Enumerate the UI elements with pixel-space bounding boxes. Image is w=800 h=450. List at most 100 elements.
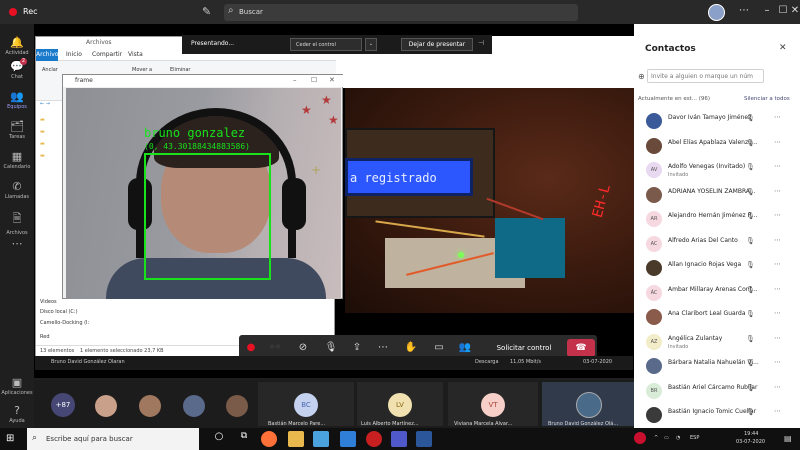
close-icon[interactable]: ✕: [779, 43, 787, 53]
task-view-icon[interactable]: ⧉: [236, 431, 252, 447]
participants-overflow[interactable]: +87: [51, 393, 75, 417]
minimize-icon[interactable]: –: [293, 76, 297, 84]
hang-up-icon[interactable]: ☎: [567, 339, 595, 357]
delete-button[interactable]: Eliminar: [170, 67, 191, 73]
cortana-icon[interactable]: ○: [211, 431, 227, 447]
invite-input[interactable]: Invite a alguien o marque un núm: [647, 69, 764, 83]
contact-item[interactable]: Ana Claribort Leal Guarda 🎙 ⋯: [634, 307, 800, 330]
contact-item[interactable]: ÁC Ámbar Millaray Arenas Cont... 🎙 ⋯: [634, 283, 800, 306]
tray-app-icon[interactable]: [634, 432, 646, 444]
contact-item[interactable]: Bárbara Natalia Nahuelán Vi... 🎙 ⋯: [634, 356, 800, 379]
rail-item-help[interactable]: ? Ayuda: [0, 404, 34, 424]
tray-battery-icon[interactable]: ▭: [664, 435, 669, 441]
more-options-icon[interactable]: ⋯: [774, 187, 781, 195]
stop-presenting-button[interactable]: Dejar de presentar: [401, 38, 473, 51]
maximize-icon[interactable]: ☐: [311, 76, 317, 84]
nav-back-icon[interactable]: ← →: [40, 101, 50, 107]
tray-network-icon[interactable]: ◔: [676, 435, 680, 441]
contact-item[interactable]: BR Bastián Ariel Cárcamo Rubilar 🎙 ⋯: [634, 381, 800, 404]
teams-titlebar: Rec ✎ ⌕ Buscar ⋯ – ☐ ✕: [0, 0, 800, 24]
new-chat-icon[interactable]: ✎: [202, 5, 216, 19]
close-icon[interactable]: ✕: [329, 76, 335, 84]
tray-date[interactable]: 03-07-2020: [736, 439, 765, 445]
folder-icon: ▬: [40, 117, 45, 123]
notifications-icon[interactable]: ▤: [784, 434, 792, 443]
tray-time[interactable]: 19:44: [744, 431, 758, 437]
chevron-down-icon[interactable]: ⌄: [365, 38, 377, 51]
tree-item-network[interactable]: Red: [40, 334, 50, 340]
file-explorer-icon[interactable]: [288, 431, 304, 447]
profile-avatar[interactable]: [708, 4, 725, 21]
rail-item-calendar[interactable]: ▦ Calendario: [0, 150, 34, 170]
pin-icon[interactable]: ⊣: [478, 39, 484, 47]
mute-all-link[interactable]: Silenciar a todos: [744, 96, 790, 102]
rail-item-calls[interactable]: ✆ Llamadas: [0, 180, 34, 200]
more-options-icon[interactable]: ⋯: [774, 358, 781, 366]
search-input[interactable]: ⌕ Buscar: [224, 4, 578, 21]
contact-item[interactable]: Abel Elías Apablaza Valenzu... 🎙 ⋯: [634, 136, 800, 159]
more-options-icon[interactable]: ⋯: [737, 5, 751, 19]
close-icon[interactable]: ✕: [790, 5, 800, 19]
participant-avatar[interactable]: [226, 395, 248, 417]
rail-more-icon[interactable]: ⋯: [0, 237, 34, 250]
firefox-icon[interactable]: [261, 431, 277, 447]
participant-avatar[interactable]: [183, 395, 205, 417]
rail-item-tasks[interactable]: 🗂 Tareas: [0, 120, 34, 140]
maximize-icon[interactable]: ☐: [776, 5, 790, 19]
tab-home[interactable]: Inicio: [66, 51, 82, 58]
rail-item-files[interactable]: 🗎 Archivos: [0, 210, 34, 236]
store-icon[interactable]: [313, 431, 329, 447]
more-options-icon[interactable]: ⋯: [774, 407, 781, 415]
presenting-label: Presentando...: [191, 40, 235, 47]
lcd-text: a registrado: [350, 171, 437, 185]
give-control-dropdown[interactable]: Ceder el control: [290, 38, 362, 51]
download-speed: 11,05 Mbit/s: [510, 359, 542, 365]
minimize-icon[interactable]: –: [760, 5, 774, 19]
more-options-icon[interactable]: ⋯: [774, 211, 781, 219]
pin-button[interactable]: Anclar: [42, 67, 58, 73]
contact-item[interactable]: ADRIANA YOSELIN ZAMBRA... 🎙 ⋯: [634, 185, 800, 208]
tree-item-videos[interactable]: Videos: [40, 299, 57, 305]
in-meeting-section-toggle[interactable]: Actualmente en est... (96): [638, 96, 710, 102]
contact-item[interactable]: Davor Iván Tamayo Jiménez 🎙 ⋯: [634, 111, 800, 134]
participant-avatar[interactable]: [95, 395, 117, 417]
more-options-icon[interactable]: ⋯: [774, 113, 781, 121]
seven-segment-display: EH-L: [589, 182, 614, 220]
tree-item-local-disk[interactable]: Disco local (C:): [40, 309, 78, 315]
more-options-icon[interactable]: ⋯: [774, 236, 781, 244]
participant-avatar[interactable]: [139, 395, 161, 417]
more-options-icon[interactable]: ⋯: [774, 309, 781, 317]
more-options-icon[interactable]: ⋯: [774, 334, 781, 342]
contact-item[interactable]: AV Adolfo Venegas (Invitado) Invitado 🎙 ⋯: [634, 160, 800, 183]
contact-item[interactable]: AC Alfredo Arias Del Canto 🎙 ⋯: [634, 234, 800, 257]
more-options-icon[interactable]: ⋯: [774, 162, 781, 170]
more-options-icon[interactable]: ⋯: [774, 285, 781, 293]
star-decoration-icon: ★: [321, 93, 332, 107]
windows-start-icon[interactable]: ⊞: [6, 433, 14, 444]
mail-icon[interactable]: [340, 431, 356, 447]
mic-muted-icon: 🎙: [746, 408, 755, 416]
rail-item-teams[interactable]: 👥 Equipos: [0, 90, 34, 110]
tab-view[interactable]: Vista: [128, 51, 143, 58]
more-options-icon[interactable]: ⋯: [774, 383, 781, 391]
rail-item-apps[interactable]: ▣ Aplicaciones: [0, 376, 34, 396]
more-options-icon[interactable]: ⋯: [774, 260, 781, 268]
contact-item[interactable]: AZ Angélica Zulantay Invitado 🎙 ⋯: [634, 332, 800, 355]
taskbar-search-input[interactable]: ⌕ Escribe aquí para buscar: [27, 428, 199, 450]
tab-share[interactable]: Compartir: [92, 51, 122, 58]
search-icon: ⌕: [228, 5, 234, 16]
tray-chevron-icon[interactable]: ^: [654, 435, 658, 441]
tab-file[interactable]: Archivo: [36, 49, 58, 61]
move-to-button[interactable]: Mover a: [132, 67, 152, 73]
teams-taskbar-icon[interactable]: [391, 431, 407, 447]
rail-item-activity[interactable]: 🔔 Actividad: [0, 36, 34, 56]
word-icon[interactable]: [416, 431, 432, 447]
more-options-icon[interactable]: ⋯: [774, 138, 781, 146]
contact-item[interactable]: AR Alejandro Hernán Jiménez R... 🎙 ⋯: [634, 209, 800, 232]
contact-item[interactable]: Bastián Ignacio Tomic Cuellar 🎙 ⋯: [634, 405, 800, 428]
opera-icon[interactable]: [366, 431, 382, 447]
rail-item-chat[interactable]: 💬 2 Chat: [0, 58, 34, 80]
contact-item[interactable]: Allan Ignacio Rojas Vega 🎙 ⋯: [634, 258, 800, 281]
tray-language[interactable]: ESP: [690, 435, 699, 441]
tree-item-usb-drive[interactable]: Camello-Docking (I:: [40, 320, 89, 326]
